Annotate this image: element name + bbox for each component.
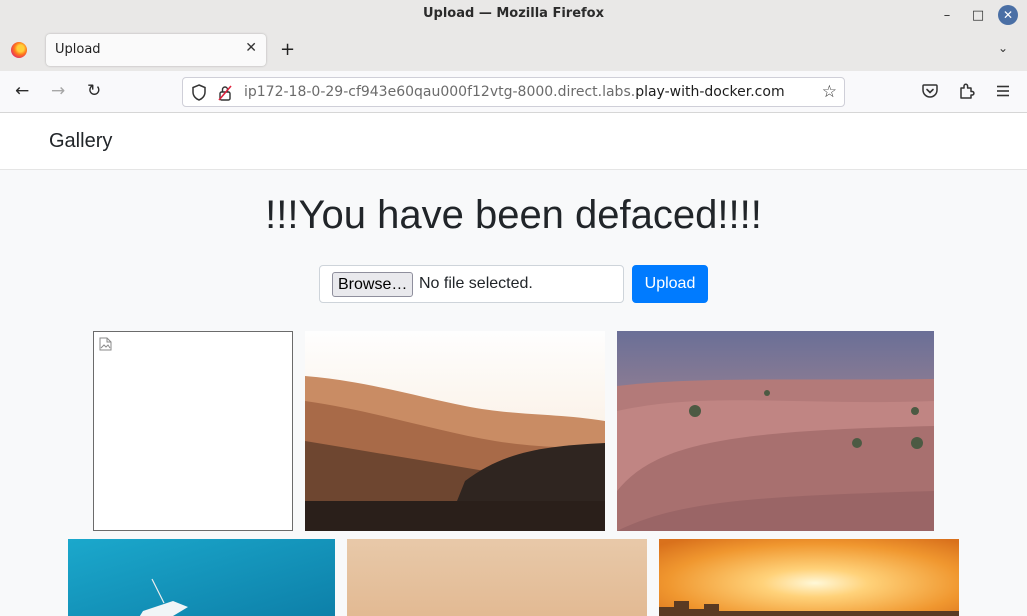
browse-button[interactable]: Browse… — [332, 272, 414, 297]
upload-button[interactable]: Upload — [632, 265, 708, 303]
menu-icon[interactable] — [994, 82, 1012, 100]
gallery-image-haze — [347, 539, 647, 616]
site-brand[interactable]: Gallery — [49, 130, 112, 153]
file-status-text: No file selected. — [419, 275, 533, 292]
minimize-button[interactable]: – — [937, 5, 957, 25]
site-navbar: Gallery — [0, 113, 1027, 170]
tab-strip: Upload ✕ + ⌄ — [0, 29, 1027, 71]
gallery-image-sea — [68, 539, 335, 616]
forward-button[interactable]: → — [51, 81, 65, 101]
tab-upload[interactable]: Upload ✕ — [46, 34, 266, 66]
page-heading: !!!You have been defaced!!!! — [265, 193, 762, 237]
navigation-toolbar: ← → ↻ ip172-18-0-29-cf943e60qau000f12vtg… — [0, 71, 1027, 113]
page-content: Gallery !!!You have been defaced!!!! Bro… — [0, 113, 1027, 616]
insecure-lock-icon[interactable] — [218, 85, 232, 101]
tab-close-icon[interactable]: ✕ — [245, 40, 257, 56]
list-all-tabs-button[interactable]: ⌄ — [998, 41, 1008, 55]
shield-icon[interactable] — [191, 84, 207, 101]
star-icon[interactable]: ☆ — [822, 82, 837, 102]
reload-button[interactable]: ↻ — [87, 81, 101, 101]
gallery-image-broken — [93, 331, 293, 531]
tab-label: Upload — [55, 42, 101, 57]
firefox-logo-icon[interactable] — [11, 42, 27, 58]
close-window-button[interactable]: ✕ — [998, 5, 1018, 25]
back-button[interactable]: ← — [15, 81, 29, 101]
window-title: Upload — Mozilla Firefox — [422, 6, 605, 21]
pocket-icon[interactable] — [921, 82, 939, 100]
address-bar[interactable]: ip172-18-0-29-cf943e60qau000f12vtg-8000.… — [182, 77, 845, 107]
url-domain: play-with-docker.com — [635, 84, 785, 100]
gallery-image-hills — [305, 331, 605, 531]
gallery-image-desert — [617, 331, 934, 531]
url-text[interactable]: ip172-18-0-29-cf943e60qau000f12vtg-8000.… — [244, 84, 785, 100]
url-prefix: ip172-18-0-29-cf943e60qau000f12vtg-8000.… — [244, 84, 636, 100]
extensions-icon[interactable] — [958, 82, 976, 100]
new-tab-button[interactable]: + — [280, 39, 295, 60]
broken-image-icon — [99, 337, 112, 351]
title-bar: Upload — Mozilla Firefox – □ ✕ — [0, 0, 1027, 29]
maximize-button[interactable]: □ — [968, 5, 988, 25]
file-input[interactable]: Browse… No file selected. — [319, 265, 624, 303]
gallery-image-sunset — [659, 539, 959, 616]
